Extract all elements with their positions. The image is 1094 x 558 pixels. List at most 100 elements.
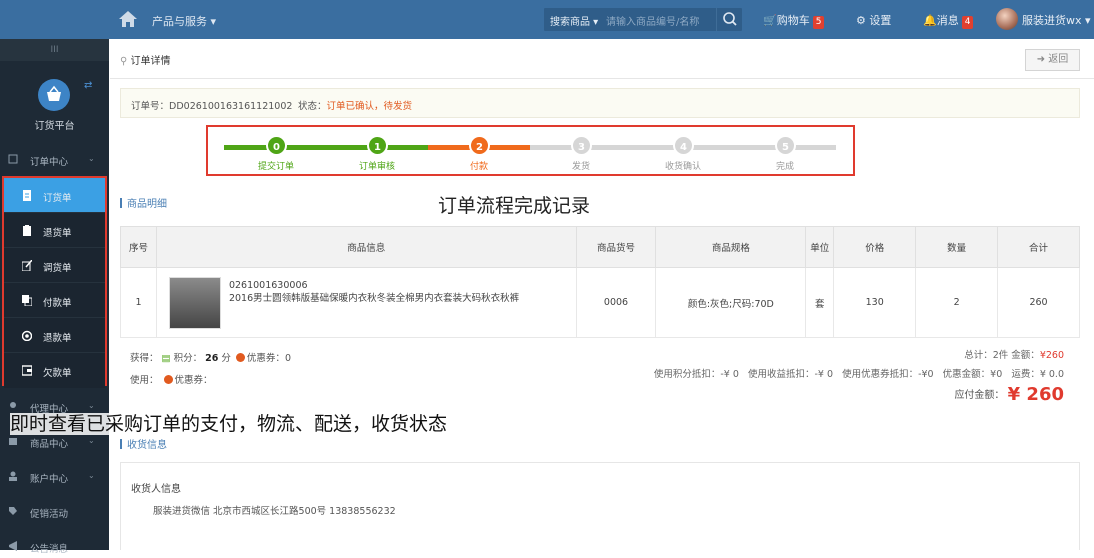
location-icon: ⚲	[120, 56, 128, 67]
wallet-icon	[21, 365, 33, 376]
points-icon: ▤	[161, 353, 171, 364]
sidebar-collapse-grip[interactable]: III	[0, 39, 109, 61]
avatar[interactable]	[996, 8, 1018, 30]
messages-label: 消息	[936, 14, 959, 27]
sidebar-item-debt-order[interactable]: 欠款单	[4, 353, 105, 388]
settings-link[interactable]: ⚙ 设置	[856, 12, 891, 28]
section-label: 账户中心	[30, 474, 69, 485]
sidebar-item-payment-order[interactable]: 付款单	[4, 283, 105, 318]
freight-amount: 运费：¥ 0.0	[1011, 369, 1064, 380]
earn-label: 获得：	[130, 353, 159, 364]
total-items: 总计：2件	[964, 350, 1009, 361]
progress-step: 2	[469, 135, 490, 156]
points-value: 26	[205, 353, 219, 364]
use-info: 使用： 优惠券：	[130, 372, 213, 386]
order-status: 状态：订单已确认，待发货	[298, 98, 412, 112]
product-code: 0261001630006	[228, 279, 308, 291]
sidebar-section-account[interactable]: 账户中心 ⌄	[0, 466, 109, 488]
divider	[110, 78, 1094, 79]
col-header: 单位	[805, 226, 835, 268]
discount-amount: 优惠金额：¥0	[942, 369, 1003, 380]
row-index: 1	[120, 267, 157, 338]
points-deduction: 使用积分抵扣：-¥ 0	[653, 369, 739, 380]
sidebar-item-transfer-order[interactable]: 调货单	[4, 248, 105, 283]
refund-icon	[21, 330, 33, 342]
section-label: 促销活动	[30, 509, 69, 520]
payable-label: 应付金额：	[954, 390, 1005, 401]
switch-icon[interactable]: ⇄	[84, 80, 98, 91]
product-thumbnail[interactable]	[168, 276, 221, 329]
top-bar: 产品与服务 ▾ 搜索商品 ▾ 请输入商品编号/名称 🛒购物车 5 ⚙ 设置 🔔消息…	[0, 0, 1094, 39]
goods-section-title: 商品明细	[120, 195, 167, 210]
user-menu[interactable]: 服装进货wx ▾	[1022, 12, 1091, 28]
back-label: 返回	[1048, 54, 1069, 65]
search-input[interactable]: 请输入商品编号/名称	[606, 13, 699, 28]
sidebar-item-label: 退款单	[43, 333, 72, 344]
arrow-left-icon: ➜	[1036, 54, 1046, 65]
cart-link[interactable]: 🛒购物车 5	[763, 12, 825, 29]
sidebar-item-refund-order[interactable]: 退款单	[4, 318, 105, 353]
sidebar-item-label: 退货单	[43, 228, 72, 239]
product-total: 260	[997, 267, 1080, 338]
coupon-value: 0	[284, 353, 291, 364]
search-button[interactable]	[716, 8, 742, 31]
use-coupon-label: 优惠券：	[174, 375, 213, 386]
sidebar-item-label: 欠款单	[43, 368, 72, 379]
tracking-caption: 即时查看已采购订单的支付，物流、配送，收货状态	[10, 409, 448, 436]
search-category-select[interactable]: 搜索商品 ▾	[550, 13, 598, 28]
chevron-down-icon: ⌄	[88, 471, 95, 480]
messages-count-badge: 4	[961, 16, 974, 29]
sidebar-item-label: 调货单	[43, 263, 72, 274]
receiver-details: 服装进货微信 北京市西城区长江路500号 13838556232	[153, 506, 396, 517]
progress-step: 1	[367, 135, 388, 156]
col-header: 序号	[120, 226, 157, 268]
messages-link[interactable]: 🔔消息 4	[923, 12, 974, 29]
section-label: 公告消息	[30, 544, 69, 555]
tag-icon	[8, 506, 18, 516]
sidebar-section-notices[interactable]: 公告消息	[0, 536, 109, 558]
order-progress: 0 1 2 3 4 5 提交订单 订单审核 付款 发货 收货确认 完成	[206, 125, 855, 176]
back-button[interactable]: ➜ 返回	[1025, 49, 1080, 71]
order-number: 订单号：DD026100163161121002	[131, 98, 292, 112]
progress-step: 0	[266, 135, 287, 156]
breadcrumb: ⚲ 订单详情	[120, 52, 171, 67]
search-icon	[723, 12, 737, 26]
order-number-value: DD026100163161121002	[169, 101, 293, 112]
user-icon	[8, 471, 18, 481]
product-unit: 套	[805, 267, 835, 338]
coupon-label: 优惠券：	[246, 353, 285, 364]
cart-icon: 🛒	[763, 14, 777, 27]
clipboard-icon	[22, 225, 32, 236]
product-name[interactable]: 2016男士圆领韩版基础保暖内衣秋冬装全棉男内衣套装大码秋衣秋裤	[229, 292, 519, 305]
progress-step-label: 发货	[571, 162, 590, 172]
sidebar-item-purchase-order[interactable]: 订货单	[4, 178, 105, 213]
progress-step: 4	[673, 135, 694, 156]
earn-info: 获得： ▤ 积分： 26 分 优惠券：0	[130, 350, 291, 364]
box-icon	[8, 436, 18, 446]
receiver-heading: 收货人信息	[131, 484, 181, 495]
basket-icon	[38, 79, 70, 111]
col-header: 合计	[997, 226, 1080, 268]
bell-icon: 🔔	[923, 14, 937, 27]
total-summary: 总计：2件 金额：¥260	[964, 347, 1064, 361]
col-header: 价格	[833, 226, 917, 268]
progress-step: 3	[571, 135, 592, 156]
page-title: 订单详情	[130, 56, 171, 67]
sidebar-section-orders[interactable]: 订单中心 ⌄	[0, 149, 109, 171]
coupon-deduction: 使用优惠券抵扣：-¥0	[842, 369, 934, 380]
order-subnav: 订货单 退货单 调货单 付款单 退款单 欠款单	[2, 176, 107, 388]
sidebar-section-promotions[interactable]: 促销活动	[0, 501, 109, 523]
product-price: 130	[833, 267, 917, 338]
search-box: 搜索商品 ▾ 请输入商品编号/名称	[544, 8, 742, 31]
order-number-label: 订单号：	[131, 101, 170, 112]
section-label: 订单中心	[30, 157, 69, 168]
points-label: 积分：	[173, 353, 203, 364]
list-icon	[8, 154, 18, 164]
products-menu[interactable]: 产品与服务 ▾	[152, 13, 216, 29]
product-qty: 2	[915, 267, 999, 338]
points-unit: 分	[221, 353, 231, 364]
order-summary-bar: 订单号：DD026100163161121002 状态：订单已确认，待发货	[120, 88, 1080, 118]
sidebar-item-return-order[interactable]: 退货单	[4, 213, 105, 248]
home-icon[interactable]	[118, 10, 138, 28]
income-deduction: 使用收益抵扣：-¥ 0	[747, 369, 833, 380]
